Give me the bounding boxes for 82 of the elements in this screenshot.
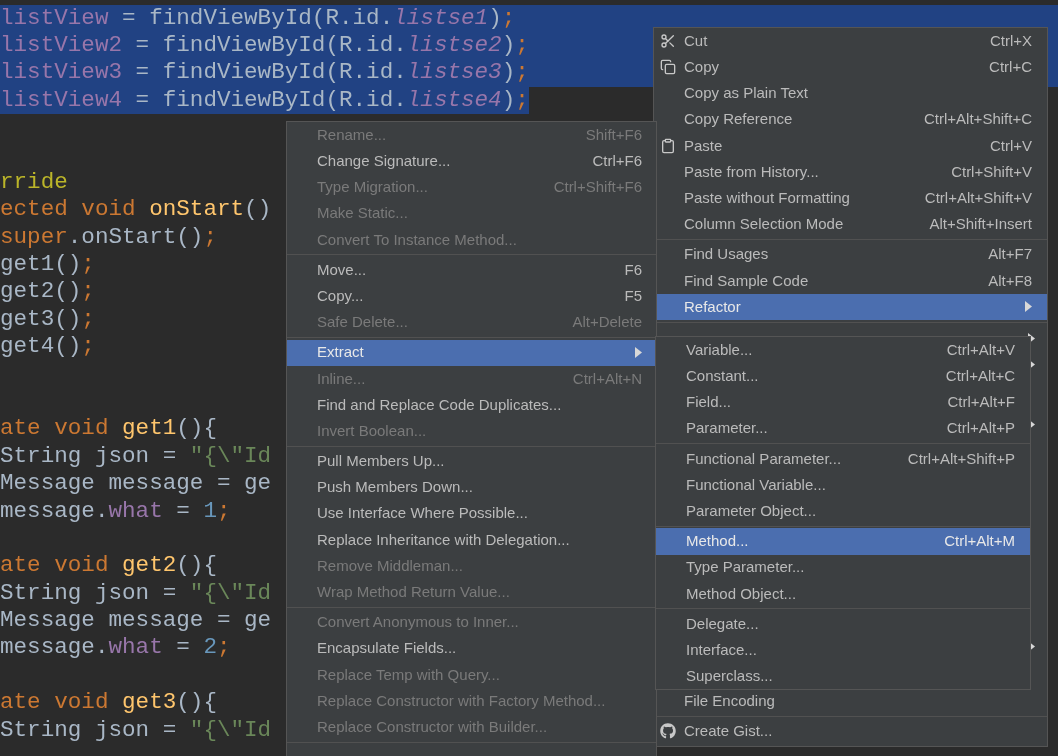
menu-item[interactable]: Superclass... (656, 663, 1030, 690)
menu-item[interactable]: Find Sample Code Alt+F8 (654, 267, 1047, 294)
github-icon (660, 723, 676, 740)
code-line: get3(); (0, 305, 95, 334)
code-line: String json = "{\"Id (0, 716, 272, 745)
menu-item[interactable]: Delegate... (656, 610, 1030, 638)
menu-item[interactable]: Constant... Ctrl+Alt+C (656, 363, 1030, 390)
menu-item[interactable]: Find and Replace Code Duplicates... (287, 391, 656, 419)
menu-item[interactable]: Copy as Plain Text (654, 80, 1047, 107)
scissors-icon (660, 33, 676, 49)
code-line: ate void get3(){ (0, 689, 217, 717)
copy-icon (660, 59, 676, 76)
shortcut-text: Ctrl+Alt+Shift+C (924, 109, 1032, 130)
menu-item[interactable]: Copy Ctrl+C (654, 54, 1047, 81)
menu-item[interactable]: Functional Variable... (656, 471, 1030, 499)
shortcut-text: Ctrl+Shift+V (951, 161, 1032, 182)
shortcut-text: Ctrl+F6 (592, 151, 642, 172)
code-line: listView3 = findViewById(R.id.listse3); (0, 59, 529, 87)
menu-item[interactable]: Pull Members Up... (287, 448, 656, 475)
code-line: rride (0, 168, 68, 197)
shortcut-text: Ctrl+Alt+V (946, 339, 1015, 360)
shortcut-text: Ctrl+Shift+F6 (553, 177, 642, 198)
shortcut-text: Ctrl+Alt+P (946, 418, 1015, 439)
menu-item[interactable]: Refactor (654, 293, 1047, 321)
menu-item[interactable]: Push Members Down... (287, 474, 656, 501)
menu-item[interactable]: Field... Ctrl+Alt+F (656, 389, 1030, 416)
shortcut-text: Ctrl+V (989, 135, 1032, 156)
menu-item[interactable]: Copy Reference Ctrl+Alt+Shift+C (654, 106, 1047, 133)
clipboard-icon (660, 137, 676, 154)
code-line: ate void get2(){ (0, 552, 217, 580)
code-line: listView = findViewById(R.id.listse1); (0, 4, 516, 32)
menu-item[interactable]: Column Selection Mode Alt+Shift+Insert (654, 211, 1047, 238)
menu-item[interactable]: Method Object... (656, 580, 1030, 607)
menu-item[interactable]: Parameter Object... (656, 498, 1030, 525)
menu-item[interactable]: File Encoding (654, 688, 1047, 715)
menu-item[interactable]: Functional Parameter... Ctrl+Alt+Shift+P (656, 445, 1030, 472)
menu-item[interactable]: Interface... (656, 637, 1030, 664)
menu-item[interactable]: Paste from History... Ctrl+Shift+V (654, 158, 1047, 186)
menu-item[interactable]: Encapsulate Fields... (287, 635, 656, 662)
menu-item[interactable]: Type Parameter... (656, 554, 1030, 581)
code-line: listView2 = findViewById(R.id.listse2); (0, 31, 529, 60)
menu-item[interactable]: Variable... Ctrl+Alt+V (656, 337, 1030, 364)
shortcut-text: Ctrl+Alt+Shift+P (907, 448, 1015, 469)
menu-item[interactable]: Paste Ctrl+V (654, 132, 1047, 159)
code-line: ected void onStart() (0, 196, 272, 224)
code-line: String json = "{\"Id (0, 579, 272, 608)
code-line: ate void get1(){ (0, 415, 217, 443)
menu-item[interactable]: Use Interface Where Possible... (287, 500, 656, 527)
menu-item[interactable]: Create Gist... (654, 718, 1047, 745)
menu-item[interactable]: Extract (287, 339, 656, 366)
shortcut-text: F6 (624, 259, 642, 280)
shortcut-text: Ctrl+Alt+C (945, 366, 1015, 387)
menu-item[interactable]: Change Signature... Ctrl+F6 (287, 148, 656, 175)
shortcut-text: Ctrl+Alt+M (944, 531, 1015, 552)
shortcut-text: Ctrl+Alt+F (947, 392, 1015, 413)
code-line: message.what = 1; (0, 497, 231, 525)
shortcut-text: Ctrl+C (989, 57, 1032, 78)
menu-item[interactable]: Find Usages Alt+F7 (654, 241, 1047, 268)
shortcut-text: Shift+F6 (585, 124, 642, 145)
menu-item[interactable]: Parameter... Ctrl+Alt+P (656, 415, 1030, 442)
shortcut-text: Alt+F8 (988, 270, 1032, 291)
code-line: Message message = ge (0, 607, 272, 635)
code-line: message.what = 2; (0, 634, 231, 662)
code-line: super.onStart(); (0, 223, 217, 252)
menu-item[interactable]: Cut Ctrl+X (654, 28, 1047, 55)
code-line: Message message = ge (0, 470, 272, 498)
menu-item[interactable]: Method... Ctrl+Alt+M (656, 528, 1030, 555)
shortcut-text: Ctrl+X (989, 30, 1032, 51)
shortcut-text: Alt+Delete (572, 312, 642, 333)
shortcut-text: F5 (624, 285, 642, 306)
menu-item[interactable]: Copy... F5 (287, 283, 656, 310)
shortcut-text: Alt+F7 (988, 244, 1032, 265)
shortcut-text: Ctrl+Alt+Shift+V (924, 187, 1032, 208)
code-line: get2(); (0, 278, 95, 306)
code-line: String json = "{\"Id (0, 442, 272, 471)
shortcut-text: Ctrl+Alt+N (572, 368, 642, 389)
menu-item[interactable]: Paste without Formatting Ctrl+Alt+Shift+V (654, 185, 1047, 212)
code-line: get1(); (0, 251, 95, 279)
menu-item[interactable]: Move... F6 (287, 256, 656, 284)
code-line: get4(); (0, 333, 95, 361)
menu-item[interactable]: Replace Inheritance with Delegation... (287, 526, 656, 553)
shortcut-text: Alt+Shift+Insert (929, 214, 1032, 235)
